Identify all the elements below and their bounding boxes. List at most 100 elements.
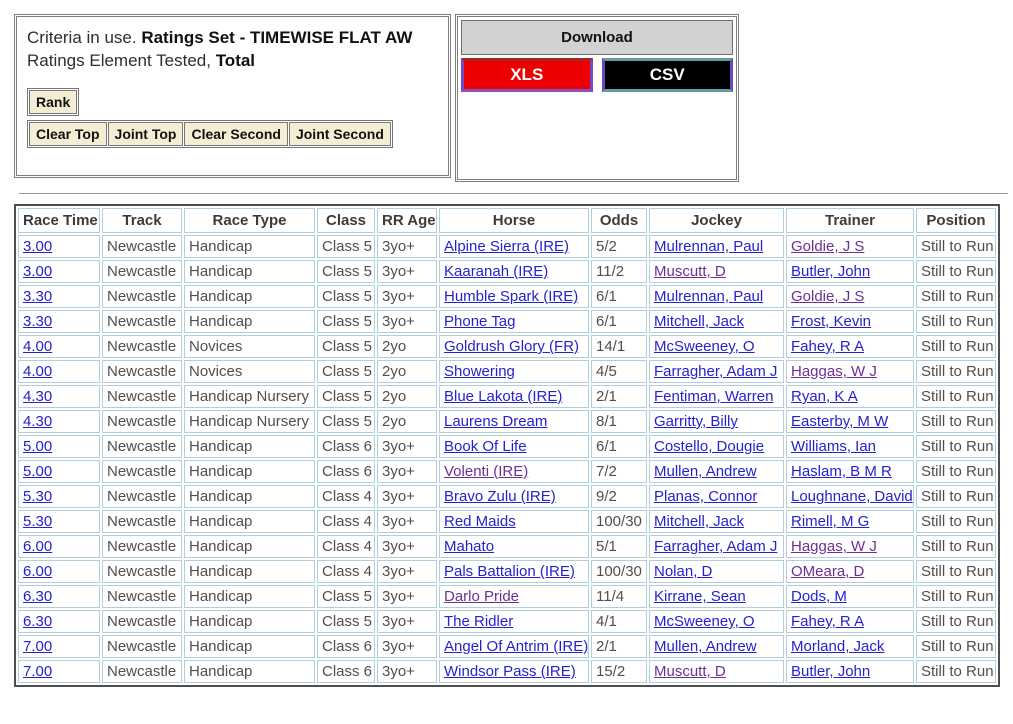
horse-link[interactable]: Blue Lakota (IRE) (444, 388, 562, 405)
jockey-link[interactable]: Farragher, Adam J (654, 363, 777, 380)
jockey-link[interactable]: McSweeney, O (654, 338, 755, 355)
horse-link[interactable]: Goldrush Glory (FR) (444, 338, 579, 355)
trainer-link[interactable]: Rimell, M G (791, 513, 869, 530)
jockey-link[interactable]: Costello, Dougie (654, 438, 764, 455)
horse-link[interactable]: Darlo Pride (444, 588, 519, 605)
jockey-link[interactable]: Planas, Connor (654, 488, 757, 505)
trainer-link[interactable]: Williams, Ian (791, 438, 876, 455)
trainer-cell: Loughnane, David (786, 485, 914, 508)
trainer-cell: Frost, Kevin (786, 310, 914, 333)
trainer-link[interactable]: Haslam, B M R (791, 463, 892, 480)
race-time-link[interactable]: 4.30 (23, 388, 52, 405)
download-csv-button[interactable]: CSV (601, 58, 733, 92)
horse-link[interactable]: The Ridler (444, 613, 513, 630)
race-time-link[interactable]: 5.00 (23, 438, 52, 455)
race-time-link[interactable]: 6.30 (23, 613, 52, 630)
race-time-link[interactable]: 6.00 (23, 563, 52, 580)
rr-age-cell: 2yo (377, 385, 437, 408)
trainer-link[interactable]: Haggas, W J (791, 363, 877, 380)
horse-link[interactable]: Laurens Dream (444, 413, 547, 430)
trainer-link[interactable]: Loughnane, David (791, 488, 913, 505)
race-time-link[interactable]: 3.30 (23, 288, 52, 305)
odds-cell: 7/2 (591, 460, 647, 483)
trainer-cell: Easterby, M W (786, 410, 914, 433)
race-time-link[interactable]: 5.00 (23, 463, 52, 480)
race-time-cell: 5.00 (18, 435, 100, 458)
horse-link[interactable]: Phone Tag (444, 313, 515, 330)
horse-link[interactable]: Kaaranah (IRE) (444, 263, 548, 280)
trainer-link[interactable]: Butler, John (791, 263, 870, 280)
trainer-link[interactable]: Haggas, W J (791, 538, 877, 555)
race-time-link[interactable]: 5.30 (23, 513, 52, 530)
criteria-button-joint-top[interactable]: Joint Top (107, 122, 184, 146)
jockey-link[interactable]: Mulrennan, Paul (654, 238, 763, 255)
trainer-link[interactable]: Easterby, M W (791, 413, 888, 430)
jockey-link[interactable]: Mulrennan, Paul (654, 288, 763, 305)
class-cell: Class 4 (317, 535, 375, 558)
trainer-link[interactable]: Goldie, J S (791, 288, 864, 305)
criteria-button-joint-second[interactable]: Joint Second (288, 122, 391, 146)
jockey-link[interactable]: Mullen, Andrew (654, 638, 757, 655)
race-time-link[interactable]: 4.00 (23, 363, 52, 380)
horse-link[interactable]: Alpine Sierra (IRE) (444, 238, 569, 255)
horse-cell: Laurens Dream (439, 410, 589, 433)
trainer-link[interactable]: Butler, John (791, 663, 870, 680)
horse-cell: Pals Battalion (IRE) (439, 560, 589, 583)
trainer-link[interactable]: Goldie, J S (791, 238, 864, 255)
horse-link[interactable]: Bravo Zulu (IRE) (444, 488, 556, 505)
horse-link[interactable]: Book Of Life (444, 438, 527, 455)
horse-link[interactable]: Windsor Pass (IRE) (444, 663, 576, 680)
jockey-link[interactable]: Kirrane, Sean (654, 588, 746, 605)
trainer-link[interactable]: Frost, Kevin (791, 313, 871, 330)
race-time-link[interactable]: 4.30 (23, 413, 52, 430)
race-time-link[interactable]: 4.00 (23, 338, 52, 355)
jockey-link[interactable]: Mitchell, Jack (654, 313, 744, 330)
horse-link[interactable]: Pals Battalion (IRE) (444, 563, 575, 580)
horse-link[interactable]: Red Maids (444, 513, 516, 530)
trainer-link[interactable]: Fahey, R A (791, 338, 864, 355)
race-time-link[interactable]: 3.30 (23, 313, 52, 330)
race-time-cell: 4.00 (18, 360, 100, 383)
horse-link[interactable]: Humble Spark (IRE) (444, 288, 578, 305)
jockey-link[interactable]: Farragher, Adam J (654, 538, 777, 555)
race-time-link[interactable]: 7.00 (23, 663, 52, 680)
rr-age-cell: 3yo+ (377, 610, 437, 633)
race-time-link[interactable]: 6.30 (23, 588, 52, 605)
track-cell: Newcastle (102, 285, 182, 308)
position-cell: Still to Run (916, 585, 996, 608)
trainer-link[interactable]: Fahey, R A (791, 613, 864, 630)
jockey-link[interactable]: Fentiman, Warren (654, 388, 773, 405)
horse-link[interactable]: Angel Of Antrim (IRE) (444, 638, 588, 655)
track-cell: Newcastle (102, 660, 182, 683)
trainer-link[interactable]: Dods, M (791, 588, 847, 605)
criteria-button-clear-top[interactable]: Clear Top (29, 122, 107, 146)
jockey-link[interactable]: McSweeney, O (654, 613, 755, 630)
track-cell: Newcastle (102, 410, 182, 433)
trainer-link[interactable]: Morland, Jack (791, 638, 884, 655)
race-time-cell: 6.30 (18, 610, 100, 633)
horse-link[interactable]: Volenti (IRE) (444, 463, 528, 480)
trainer-link[interactable]: OMeara, D (791, 563, 864, 580)
jockey-link[interactable]: Muscutt, D (654, 263, 726, 280)
jockey-link[interactable]: Muscutt, D (654, 663, 726, 680)
horse-cell: The Ridler (439, 610, 589, 633)
criteria-box: Criteria in use. Ratings Set - TIMEWISE … (14, 14, 451, 178)
criteria-button-clear-second[interactable]: Clear Second (184, 122, 288, 146)
race-time-link[interactable]: 3.00 (23, 263, 52, 280)
jockey-link[interactable]: Nolan, D (654, 563, 712, 580)
horse-link[interactable]: Mahato (444, 538, 494, 555)
position-cell: Still to Run (916, 485, 996, 508)
trainer-link[interactable]: Ryan, K A (791, 388, 858, 405)
race-time-link[interactable]: 3.00 (23, 238, 52, 255)
rank-button[interactable]: Rank (29, 90, 78, 114)
race-time-cell: 3.30 (18, 285, 100, 308)
jockey-link[interactable]: Garritty, Billy (654, 413, 738, 430)
odds-cell: 4/1 (591, 610, 647, 633)
jockey-link[interactable]: Mullen, Andrew (654, 463, 757, 480)
race-time-link[interactable]: 7.00 (23, 638, 52, 655)
horse-link[interactable]: Showering (444, 363, 515, 380)
race-time-link[interactable]: 5.30 (23, 488, 52, 505)
download-xls-button[interactable]: XLS (461, 58, 593, 92)
race-time-link[interactable]: 6.00 (23, 538, 52, 555)
jockey-link[interactable]: Mitchell, Jack (654, 513, 744, 530)
